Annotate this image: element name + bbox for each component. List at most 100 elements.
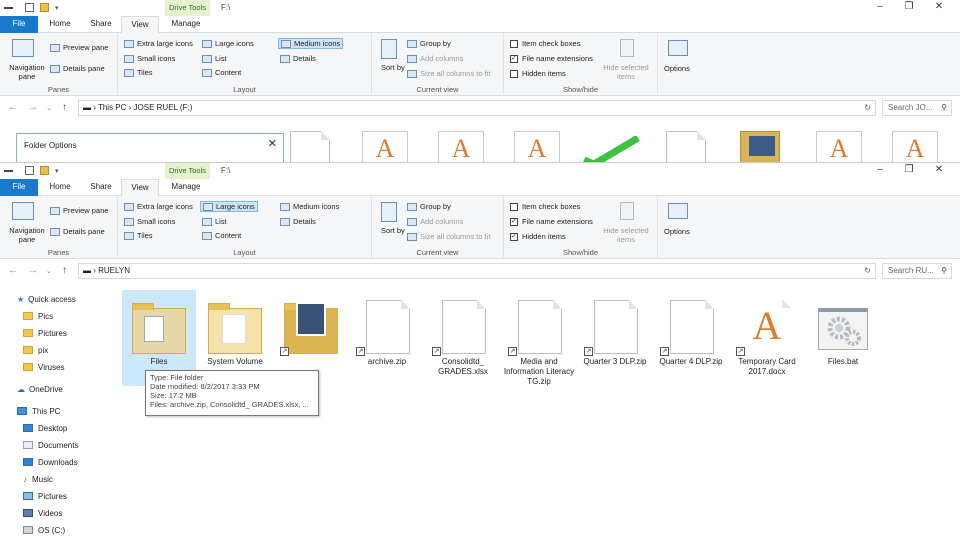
- preview-pane-button[interactable]: Preview pane: [50, 43, 108, 52]
- tab-manage[interactable]: Manage: [163, 179, 209, 196]
- size-columns-button[interactable]: Size all columns to fit: [407, 69, 490, 78]
- minimize-icon[interactable]: –: [873, 164, 887, 175]
- tiles-option[interactable]: Tiles: [124, 68, 153, 77]
- restore-icon[interactable]: ❐: [902, 1, 916, 12]
- small-icons-option[interactable]: Small icons: [124, 217, 175, 226]
- tab-manage[interactable]: Manage: [163, 16, 209, 33]
- new-folder-icon[interactable]: [40, 3, 49, 12]
- file-item[interactable]: ↗ archive.zip: [350, 290, 424, 386]
- drive-tools-context-tab[interactable]: Drive Tools: [165, 0, 210, 16]
- options-button[interactable]: Options: [664, 227, 690, 236]
- quick-access-dropdown-icon[interactable]: ▾: [55, 4, 59, 12]
- address-bar[interactable]: ▬ › This PC › JOSE RUEL (F:) ↻: [78, 100, 876, 116]
- search-input[interactable]: Search JO... ⚲: [882, 100, 952, 116]
- list-option[interactable]: List: [202, 54, 227, 63]
- nav-item-viruses[interactable]: Viruses: [23, 359, 65, 375]
- checkbox-icon[interactable]: [25, 3, 34, 12]
- breadcrumb-drive[interactable]: JOSE RUEL (F:): [134, 103, 193, 112]
- file-item[interactable]: ↗ Quarter 3 DLP.zip: [578, 290, 652, 386]
- hide-selected-items-button[interactable]: Hide selected items: [600, 63, 652, 81]
- tab-view[interactable]: View: [121, 16, 159, 33]
- search-input[interactable]: Search RU... ⚲: [882, 263, 952, 279]
- add-columns-button[interactable]: Add columns: [407, 54, 463, 63]
- up-icon[interactable]: ↑: [62, 102, 67, 113]
- extra-large-icons-option[interactable]: Extra large icons: [124, 39, 193, 48]
- hide-selected-icon[interactable]: [620, 39, 634, 57]
- tab-home[interactable]: Home: [42, 16, 78, 33]
- file-thumbnail[interactable]: [290, 131, 330, 165]
- details-pane-button[interactable]: Details pane: [50, 227, 105, 236]
- item-check-boxes-option[interactable]: Item check boxes: [510, 39, 580, 48]
- up-icon[interactable]: ↑: [62, 265, 67, 276]
- file-item[interactable]: ↗ Consolidtd_ GRADES.xlsx: [426, 290, 500, 386]
- forward-icon[interactable]: →: [28, 265, 38, 276]
- item-check-boxes-checkbox[interactable]: [510, 39, 518, 48]
- nav-item-os-c[interactable]: OS (C:): [23, 522, 65, 538]
- item-check-boxes-option[interactable]: Item check boxes: [510, 202, 580, 211]
- sort-by-button[interactable]: Sort by: [381, 226, 405, 235]
- details-option[interactable]: Details: [280, 54, 316, 63]
- options-icon[interactable]: [668, 203, 688, 219]
- hidden-items-checkbox[interactable]: ✓: [510, 232, 518, 241]
- recent-dropdown-icon[interactable]: ⌄: [46, 267, 52, 275]
- hide-selected-icon[interactable]: [620, 202, 634, 220]
- refresh-icon[interactable]: ↻: [864, 101, 871, 115]
- checkmark-thumbnail[interactable]: [580, 136, 642, 165]
- large-icons-option[interactable]: Large icons: [202, 39, 254, 48]
- dialog-close-icon[interactable]: ✕: [268, 137, 277, 150]
- sort-icon[interactable]: [381, 202, 397, 222]
- document-thumbnail[interactable]: A: [514, 131, 560, 165]
- group-by-button[interactable]: Group by: [407, 202, 451, 211]
- options-button[interactable]: Options: [664, 64, 690, 73]
- address-bar[interactable]: ▬ › RUELYN ↻: [78, 263, 876, 279]
- nav-item-videos[interactable]: Videos: [23, 505, 62, 521]
- navigation-pane-icon[interactable]: [12, 202, 34, 220]
- nav-item-onedrive[interactable]: ☁ OneDrive: [17, 381, 63, 397]
- preview-pane-button[interactable]: Preview pane: [50, 206, 108, 215]
- navigation-pane-button[interactable]: Navigation pane: [5, 63, 49, 81]
- close-icon[interactable]: ✕: [932, 164, 946, 175]
- nav-item-documents[interactable]: Documents: [23, 437, 78, 453]
- back-icon[interactable]: ←: [8, 265, 18, 276]
- details-option[interactable]: Details: [280, 217, 316, 226]
- large-icons-option[interactable]: Large icons: [200, 201, 258, 212]
- tab-home[interactable]: Home: [42, 179, 78, 196]
- hide-selected-items-button[interactable]: Hide selected items: [600, 226, 652, 244]
- nav-item-desktop[interactable]: Desktop: [23, 420, 67, 436]
- extra-large-icons-option[interactable]: Extra large icons: [124, 202, 193, 211]
- new-folder-icon[interactable]: [40, 166, 49, 175]
- restore-icon[interactable]: ❐: [902, 164, 916, 175]
- item-check-boxes-checkbox[interactable]: [510, 202, 518, 211]
- nav-item-pics[interactable]: Pics: [23, 308, 53, 324]
- recent-dropdown-icon[interactable]: ⌄: [46, 104, 52, 112]
- document-thumbnail[interactable]: A: [362, 131, 408, 165]
- folder-options-dialog[interactable]: Folder Options ✕: [16, 133, 284, 165]
- sort-by-button[interactable]: Sort by: [381, 63, 405, 72]
- nav-item-downloads[interactable]: Downloads: [23, 454, 78, 470]
- minimize-icon[interactable]: –: [873, 1, 887, 12]
- breadcrumb-ruelyn[interactable]: RUELYN: [98, 266, 130, 275]
- back-icon[interactable]: ←: [8, 102, 18, 113]
- file-name-extensions-option[interactable]: ✓ File name extensions: [510, 54, 593, 63]
- properties-icon[interactable]: [4, 3, 13, 9]
- file-name-extensions-checkbox[interactable]: ✓: [510, 217, 518, 226]
- file-item[interactable]: ↗ Media and Information Literacy TG.zip: [502, 290, 576, 386]
- nav-item-pictures-lib[interactable]: Pictures: [23, 488, 67, 504]
- tab-file[interactable]: File: [0, 16, 38, 33]
- document-thumbnail[interactable]: A: [816, 131, 862, 165]
- picture-folder-thumbnail[interactable]: [740, 131, 780, 165]
- quick-access-dropdown-icon[interactable]: ▾: [55, 167, 59, 175]
- group-by-button[interactable]: Group by: [407, 39, 451, 48]
- hidden-items-checkbox[interactable]: [510, 69, 518, 78]
- medium-icons-option[interactable]: Medium icons: [278, 38, 344, 49]
- forward-icon[interactable]: →: [28, 102, 38, 113]
- breadcrumb-this-pc[interactable]: This PC: [98, 103, 126, 112]
- navigation-pane-button[interactable]: Navigation pane: [5, 226, 49, 244]
- nav-item-quick-access[interactable]: ★ Quick access: [17, 291, 76, 307]
- file-item[interactable]: ↗ Quarter 4 DLP.zip: [654, 290, 728, 386]
- checkbox-icon[interactable]: [25, 166, 34, 175]
- nav-item-this-pc[interactable]: This PC: [17, 403, 60, 419]
- file-name-extensions-checkbox[interactable]: ✓: [510, 54, 518, 63]
- small-icons-option[interactable]: Small icons: [124, 54, 175, 63]
- file-item[interactable]: Files.bat: [806, 290, 880, 386]
